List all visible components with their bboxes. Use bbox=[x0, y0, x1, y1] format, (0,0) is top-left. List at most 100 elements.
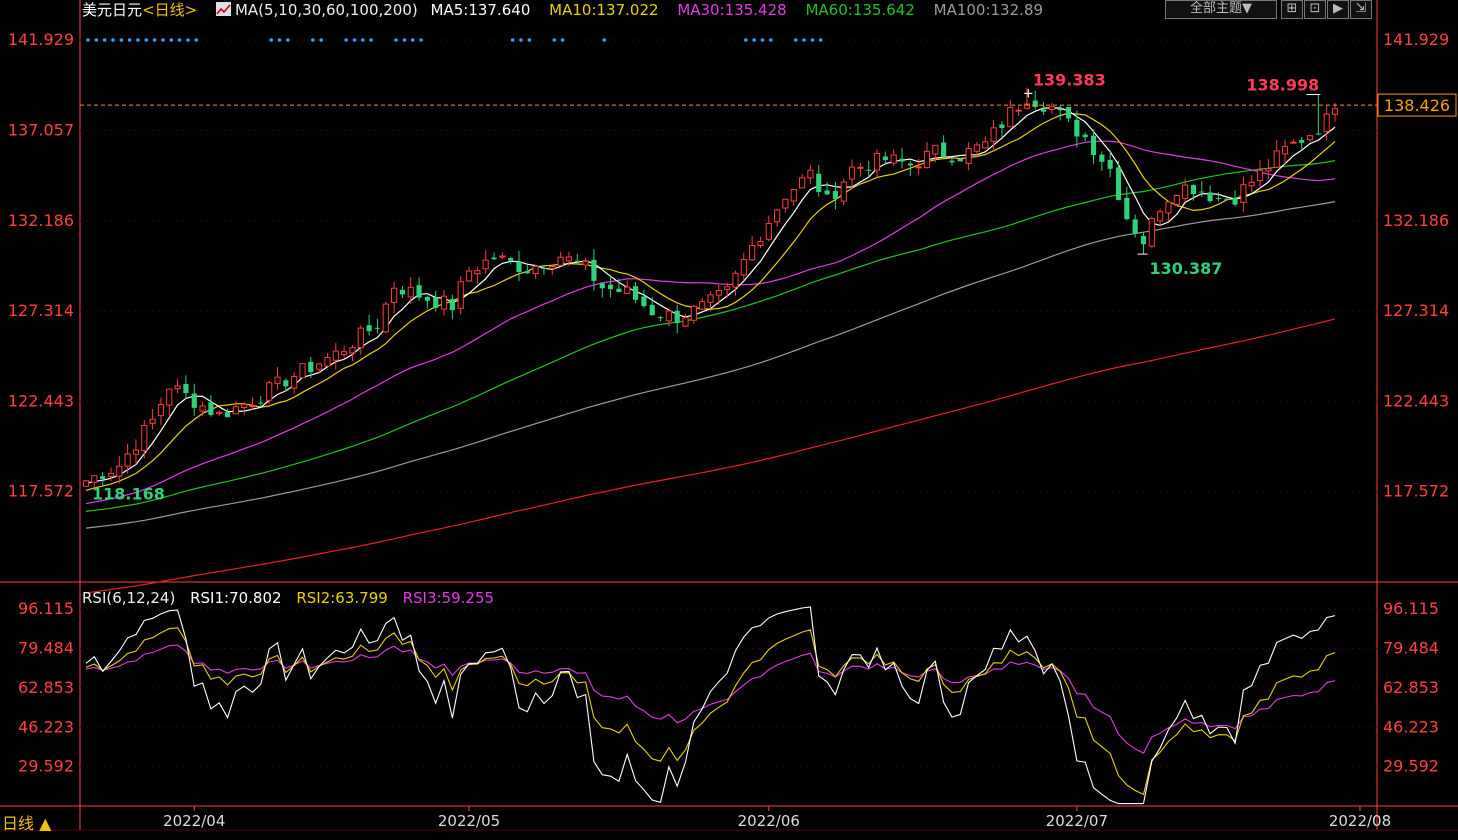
signal-dot bbox=[519, 38, 523, 42]
candle-body-up bbox=[291, 376, 298, 389]
candle bbox=[241, 402, 248, 415]
candle-body-down bbox=[308, 361, 314, 373]
candle-body-down bbox=[1224, 198, 1230, 200]
candle bbox=[449, 294, 455, 320]
candle-body-up bbox=[1331, 108, 1339, 115]
signal-dot bbox=[269, 38, 273, 42]
candle bbox=[816, 165, 822, 197]
candle bbox=[757, 236, 764, 249]
ma5-value: MA5:137.640 bbox=[430, 1, 531, 19]
candle bbox=[632, 282, 639, 304]
candle bbox=[440, 290, 448, 316]
candle-body-down bbox=[641, 296, 647, 307]
candle bbox=[799, 174, 806, 189]
candle bbox=[524, 265, 530, 274]
grid-lines bbox=[80, 39, 1377, 768]
candle bbox=[657, 315, 664, 322]
candle bbox=[1173, 194, 1180, 207]
candle-body-up bbox=[199, 405, 206, 412]
candle-body-down bbox=[957, 158, 963, 162]
candle bbox=[607, 275, 614, 298]
candle-body-up bbox=[565, 256, 573, 262]
price-tick-left: 127.314 bbox=[8, 301, 74, 320]
signal-dot bbox=[319, 38, 323, 42]
candle-body-up bbox=[707, 294, 714, 303]
candle-body-down bbox=[491, 257, 497, 260]
signal-dot bbox=[152, 38, 157, 42]
high-marker-1: + bbox=[1023, 86, 1034, 101]
period-switch-button[interactable]: 日线 ▲ bbox=[0, 812, 51, 836]
signal-dot bbox=[119, 38, 124, 42]
candle-body-up bbox=[382, 303, 389, 333]
price-tick-right: 127.314 bbox=[1383, 301, 1449, 320]
candlestick-series[interactable] bbox=[82, 87, 1339, 489]
candle bbox=[899, 147, 905, 169]
export-icon[interactable]: ⇲ bbox=[1350, 0, 1372, 19]
candle bbox=[1248, 175, 1255, 193]
candle bbox=[965, 142, 972, 171]
signal-dot bbox=[810, 38, 815, 42]
symbol-title: 美元日元 bbox=[82, 1, 143, 19]
candle bbox=[599, 283, 605, 298]
candle bbox=[424, 295, 430, 309]
candle-body-down bbox=[1082, 134, 1088, 138]
rsi-header: RSI(6,12,24) RSI1:70.802 RSI2:63.799 RSI… bbox=[82, 588, 504, 608]
candle-body-down bbox=[899, 158, 905, 162]
candle-body-down bbox=[516, 261, 522, 272]
candle bbox=[457, 275, 464, 315]
candle-body-down bbox=[674, 310, 680, 324]
candle-body-down bbox=[433, 297, 439, 308]
candle-body-down bbox=[508, 257, 514, 261]
candle-body-down bbox=[100, 476, 106, 480]
candle bbox=[191, 383, 197, 416]
ma-indicator-icon[interactable] bbox=[215, 2, 231, 16]
signal-dot bbox=[419, 38, 423, 42]
signal-dot bbox=[286, 38, 290, 42]
grid-layout-icon[interactable]: ⊞ bbox=[1281, 0, 1303, 19]
candle-body-down bbox=[649, 304, 655, 316]
candle bbox=[824, 181, 830, 196]
candle-body-up bbox=[932, 144, 939, 155]
main-chart-canvas[interactable]: 138.426 139.383+ 138.998 130.387 118.168 141… bbox=[0, 0, 1458, 840]
candle-body-down bbox=[591, 259, 597, 281]
candle bbox=[491, 252, 497, 261]
candle-body-down bbox=[1090, 135, 1097, 156]
candle-body-up bbox=[915, 166, 922, 169]
signal-dot bbox=[177, 38, 182, 42]
candle-body-down bbox=[374, 327, 381, 329]
candle bbox=[782, 198, 789, 213]
chart-header: 美元日元<日线> MA(5,10,30,60,100,200) MA5:137.… bbox=[82, 0, 1057, 22]
candle-body-up bbox=[840, 181, 847, 202]
candle-body-up bbox=[232, 406, 239, 415]
candle-body-up bbox=[482, 259, 489, 270]
signal-dot bbox=[410, 38, 415, 42]
candle-body-up bbox=[107, 472, 115, 477]
candle bbox=[1140, 231, 1147, 255]
candle-body-down bbox=[599, 283, 605, 289]
candle-body-up bbox=[532, 265, 539, 275]
play-icon[interactable]: ▶ bbox=[1327, 0, 1349, 19]
candle bbox=[1065, 106, 1072, 122]
signal-dot bbox=[94, 38, 99, 42]
candle bbox=[183, 375, 189, 399]
ma60-line bbox=[85, 160, 1336, 512]
candle-body-up bbox=[1182, 184, 1189, 199]
candle-body-down bbox=[258, 402, 264, 404]
candle bbox=[174, 378, 181, 394]
candle-body-up bbox=[757, 240, 764, 247]
candle-body-down bbox=[824, 190, 830, 195]
period-label[interactable]: <日线> bbox=[142, 1, 197, 19]
candle-body-up bbox=[774, 209, 781, 223]
candle-body-down bbox=[941, 142, 947, 158]
signal-dot bbox=[344, 38, 348, 42]
theme-dropdown-button[interactable]: 全部主题▼ bbox=[1165, 0, 1277, 19]
candle-body-up bbox=[1173, 194, 1180, 205]
candle-body-up bbox=[549, 266, 556, 270]
price-tick-left: 141.929 bbox=[8, 30, 74, 49]
chart-frame bbox=[0, 0, 1458, 831]
signal-dot bbox=[552, 38, 557, 42]
window-layout-icon[interactable]: ⊡ bbox=[1304, 0, 1326, 19]
candle-body-up bbox=[124, 453, 131, 467]
price-tick-right: 141.929 bbox=[1383, 30, 1449, 49]
signal-dot bbox=[793, 38, 798, 42]
